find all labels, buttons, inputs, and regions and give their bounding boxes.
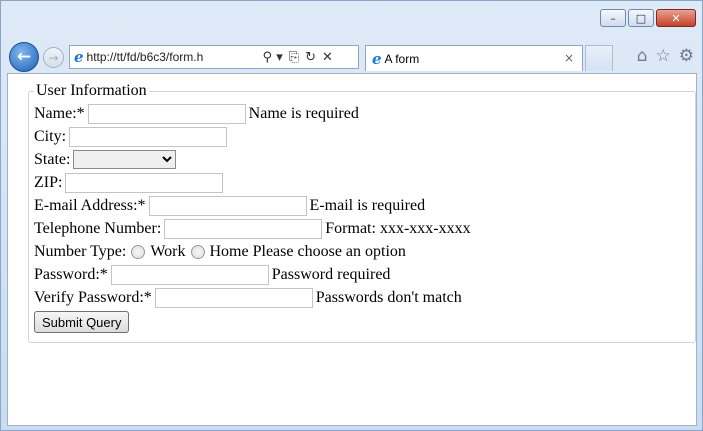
- password-error: Password required: [271, 265, 391, 283]
- phone-label: Telephone Number:: [34, 219, 162, 237]
- work-radio-label: Work: [150, 242, 186, 260]
- search-icon[interactable]: ⚲ ▾: [263, 50, 283, 65]
- tab-title: A form: [384, 51, 420, 66]
- minimize-button[interactable]: –: [600, 9, 626, 27]
- tab-ie-icon: e: [372, 49, 382, 68]
- email-row: E-mail Address:* E-mail is required: [34, 194, 689, 217]
- user-information-fieldset: User Information Name:* Name is required…: [28, 82, 696, 343]
- work-radio[interactable]: [131, 244, 146, 259]
- tools-gear-icon[interactable]: ⚙: [679, 46, 694, 66]
- state-label: State:: [34, 150, 71, 168]
- home-radio[interactable]: [190, 244, 205, 259]
- city-row: City:: [34, 125, 689, 148]
- phone-row: Telephone Number: Format: xxx-xxx-xxxx: [34, 217, 689, 240]
- browser-toolbar-icons: ⌂ ☆ ⚙: [637, 46, 694, 66]
- verify-password-row: Verify Password:* Passwords don't match: [34, 286, 689, 309]
- new-tab-button[interactable]: [585, 45, 613, 71]
- navigation-bar: ← → e http://tt/fd/b6c3/form.h ⚲ ▾ ⎘ ↻ ✕…: [7, 42, 696, 72]
- email-label: E-mail Address:*: [34, 196, 146, 214]
- home-radio-label: Home: [209, 242, 249, 260]
- fieldset-legend: User Information: [36, 82, 147, 99]
- back-button[interactable]: ←: [9, 42, 39, 72]
- maximize-button[interactable]: □: [628, 9, 654, 27]
- forward-button[interactable]: →: [43, 47, 64, 68]
- home-icon[interactable]: ⌂: [637, 46, 648, 66]
- compatibility-view-icon[interactable]: ⎘: [289, 50, 299, 65]
- address-tools: ⚲ ▾ ⎘ ↻ ✕: [263, 50, 333, 65]
- zip-label: ZIP:: [34, 173, 63, 191]
- name-input[interactable]: [87, 103, 246, 124]
- state-row: State:: [34, 148, 689, 171]
- stop-icon[interactable]: ✕: [322, 50, 333, 65]
- password-input[interactable]: [110, 264, 269, 285]
- verify-password-input[interactable]: [154, 287, 313, 308]
- address-bar[interactable]: e http://tt/fd/b6c3/form.h ⚲ ▾ ⎘ ↻ ✕: [69, 45, 359, 69]
- name-row: Name:* Name is required: [34, 102, 689, 125]
- email-error: E-mail is required: [309, 196, 426, 214]
- refresh-icon[interactable]: ↻: [305, 50, 316, 65]
- password-row: Password:* Password required: [34, 263, 689, 286]
- ie-page-icon: e: [74, 48, 84, 66]
- close-window-button[interactable]: ✕: [656, 9, 696, 27]
- number-type-label: Number Type:: [34, 242, 127, 260]
- password-label: Password:*: [34, 265, 108, 283]
- phone-input[interactable]: [164, 218, 323, 239]
- tab-close-icon[interactable]: ×: [564, 51, 574, 65]
- tab-a-form[interactable]: e A form ×: [365, 45, 583, 71]
- url-text[interactable]: http://tt/fd/b6c3/form.h: [87, 50, 257, 64]
- submit-button[interactable]: Submit Query: [34, 311, 130, 333]
- number-type-row: Number Type: Work Home Please choose an …: [34, 240, 689, 263]
- verify-password-label: Verify Password:*: [34, 288, 152, 306]
- back-arrow-icon: ←: [16, 47, 32, 67]
- zip-input[interactable]: [65, 172, 224, 193]
- email-input[interactable]: [148, 195, 307, 216]
- state-select[interactable]: [73, 150, 177, 169]
- number-type-error: Please choose an option: [252, 242, 406, 260]
- forward-arrow-icon: →: [48, 50, 59, 65]
- favorites-icon[interactable]: ☆: [656, 46, 671, 66]
- city-input[interactable]: [69, 126, 228, 147]
- city-label: City:: [34, 127, 67, 145]
- browser-window: – □ ✕ ← → e http://tt/fd/b6c3/form.h ⚲ ▾…: [0, 0, 703, 431]
- page-content: User Information Name:* Name is required…: [7, 73, 697, 426]
- name-label: Name:*: [34, 104, 85, 122]
- phone-hint: Format: xxx-xxx-xxxx: [325, 219, 471, 237]
- verify-password-error: Passwords don't match: [315, 288, 462, 306]
- window-controls: – □ ✕: [600, 9, 696, 27]
- zip-row: ZIP:: [34, 171, 689, 194]
- name-error: Name is required: [248, 104, 359, 122]
